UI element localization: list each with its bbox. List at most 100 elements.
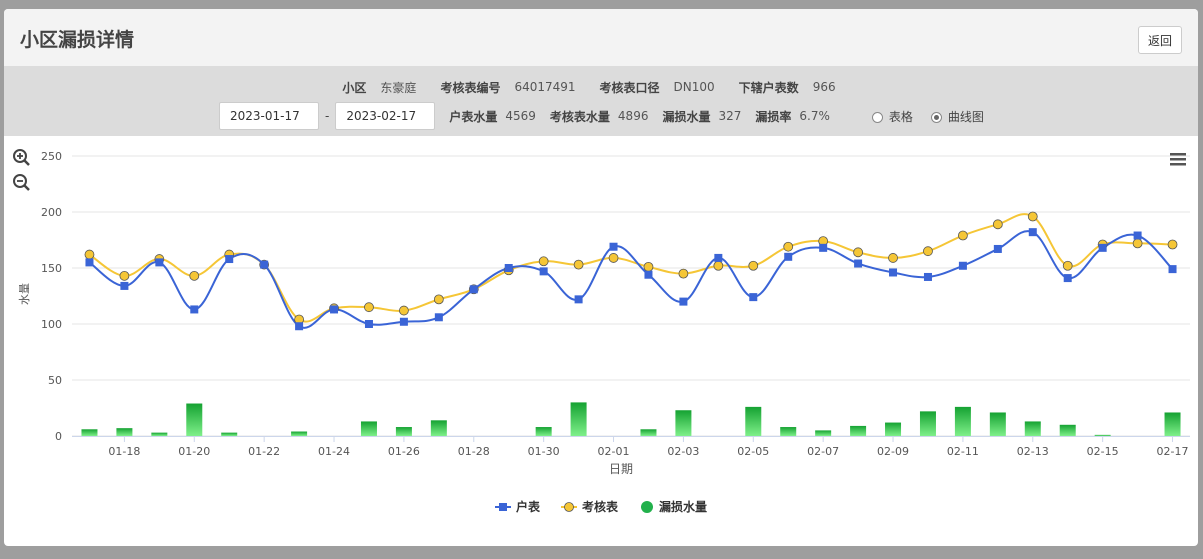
- leak-bar[interactable]: [1164, 412, 1181, 436]
- x-tick-label: 01-24: [318, 445, 350, 458]
- leak-bar[interactable]: [151, 432, 168, 436]
- household-point[interactable]: [714, 253, 723, 262]
- view-chart-option[interactable]: 曲线图: [930, 108, 984, 125]
- meter-point[interactable]: [853, 247, 863, 258]
- leak-bar[interactable]: [395, 427, 412, 436]
- household-point[interactable]: [539, 267, 548, 276]
- household-point[interactable]: [574, 295, 583, 304]
- leak-bar[interactable]: [430, 420, 447, 436]
- household-point[interactable]: [469, 285, 478, 294]
- leak-bar[interactable]: [640, 429, 657, 436]
- meter-point[interactable]: [678, 268, 689, 279]
- household-point[interactable]: [1028, 228, 1037, 237]
- household-point[interactable]: [784, 252, 793, 261]
- start-date-input[interactable]: 2023-01-17: [219, 102, 319, 130]
- household-point[interactable]: [749, 293, 758, 302]
- leak-bar[interactable]: [570, 402, 587, 436]
- zoom-in-icon[interactable]: [13, 149, 30, 166]
- leak-bar[interactable]: [535, 427, 552, 436]
- meter-point[interactable]: [713, 260, 724, 271]
- menu-icon[interactable]: [1170, 153, 1186, 166]
- leak-volume-value: 327: [718, 109, 742, 123]
- leak-bar[interactable]: [186, 403, 203, 436]
- meter-point[interactable]: [433, 294, 444, 305]
- household-point[interactable]: [295, 322, 304, 331]
- household-point[interactable]: [889, 268, 898, 277]
- leak-bar[interactable]: [221, 432, 238, 436]
- meter-point[interactable]: [399, 305, 409, 316]
- meter-point[interactable]: [783, 241, 794, 252]
- legend-label-meter: 考核表: [582, 499, 619, 514]
- leak-bar[interactable]: [1059, 424, 1076, 436]
- leak-bar[interactable]: [1024, 421, 1041, 436]
- household-point[interactable]: [190, 305, 199, 314]
- chart-area: 0 50 100 150 200 250 01-18 01-20 01-22 01-24 01-2…: [4, 136, 1198, 546]
- household-point[interactable]: [609, 242, 618, 251]
- leak-bar[interactable]: [81, 429, 98, 436]
- household-point[interactable]: [923, 272, 932, 281]
- household-point[interactable]: [225, 255, 234, 264]
- leak-bar[interactable]: [954, 406, 971, 436]
- meter-point[interactable]: [923, 246, 933, 257]
- household-point[interactable]: [958, 261, 967, 270]
- leak-rate-value: 6.7%: [799, 109, 830, 123]
- legend-item-meter[interactable]: 考核表: [561, 499, 619, 514]
- zoom-out-icon[interactable]: [13, 174, 30, 191]
- meter-point[interactable]: [189, 270, 200, 281]
- table-radio[interactable]: [871, 111, 883, 123]
- household-point[interactable]: [504, 264, 513, 272]
- household-point[interactable]: [993, 244, 1002, 253]
- household-point[interactable]: [434, 313, 443, 322]
- meter-point[interactable]: [84, 249, 95, 260]
- leak-bar[interactable]: [1094, 434, 1111, 436]
- chart-radio[interactable]: [930, 111, 942, 123]
- household-point[interactable]: [260, 260, 269, 269]
- meter-point[interactable]: [573, 259, 584, 270]
- legend-item-leak[interactable]: 漏损水量: [641, 499, 707, 514]
- household-point[interactable]: [819, 243, 828, 252]
- meter-point[interactable]: [364, 302, 374, 313]
- household-point[interactable]: [644, 270, 653, 279]
- household-point[interactable]: [330, 305, 339, 314]
- legend-item-household[interactable]: 户表: [495, 499, 541, 514]
- household-point[interactable]: [1063, 274, 1072, 283]
- back-button[interactable]: 返回: [1138, 26, 1182, 54]
- meter-point[interactable]: [119, 270, 130, 281]
- leak-bar[interactable]: [850, 425, 867, 436]
- meter-point[interactable]: [1062, 260, 1073, 271]
- leak-bar[interactable]: [885, 422, 902, 436]
- leak-bar[interactable]: [675, 410, 692, 436]
- leak-bar[interactable]: [989, 412, 1006, 436]
- leak-bar[interactable]: [780, 427, 797, 436]
- household-point[interactable]: [155, 258, 164, 267]
- meter-point[interactable]: [538, 256, 549, 267]
- leak-bar[interactable]: [116, 428, 133, 436]
- household-point[interactable]: [1168, 265, 1177, 274]
- household-point[interactable]: [85, 258, 94, 267]
- leak-bar[interactable]: [291, 431, 308, 436]
- household-point[interactable]: [1133, 231, 1142, 240]
- meter-point[interactable]: [1132, 238, 1143, 249]
- meter-point[interactable]: [748, 260, 759, 271]
- meter-point[interactable]: [888, 253, 898, 263]
- leak-bar[interactable]: [815, 430, 832, 436]
- legend-label-leak: 漏损水量: [659, 499, 707, 514]
- leak-bar[interactable]: [360, 421, 377, 436]
- household-point[interactable]: [120, 281, 129, 290]
- meter-point[interactable]: [643, 261, 654, 272]
- household-point[interactable]: [854, 259, 863, 268]
- meter-point[interactable]: [608, 253, 619, 263]
- meter-point[interactable]: [958, 230, 968, 241]
- leak-bar[interactable]: [745, 406, 762, 436]
- household-point[interactable]: [364, 320, 373, 328]
- end-date-input[interactable]: 2023-02-17: [335, 102, 436, 130]
- meter-point[interactable]: [992, 219, 1003, 230]
- meter-point[interactable]: [1167, 239, 1178, 250]
- leak-bar[interactable]: [919, 411, 936, 436]
- household-point[interactable]: [679, 297, 688, 306]
- meter-point[interactable]: [1027, 211, 1038, 222]
- household-point[interactable]: [1098, 243, 1107, 252]
- household-point[interactable]: [399, 317, 408, 326]
- view-table-option[interactable]: 表格: [871, 108, 913, 125]
- y-tick-label: 250: [41, 150, 62, 163]
